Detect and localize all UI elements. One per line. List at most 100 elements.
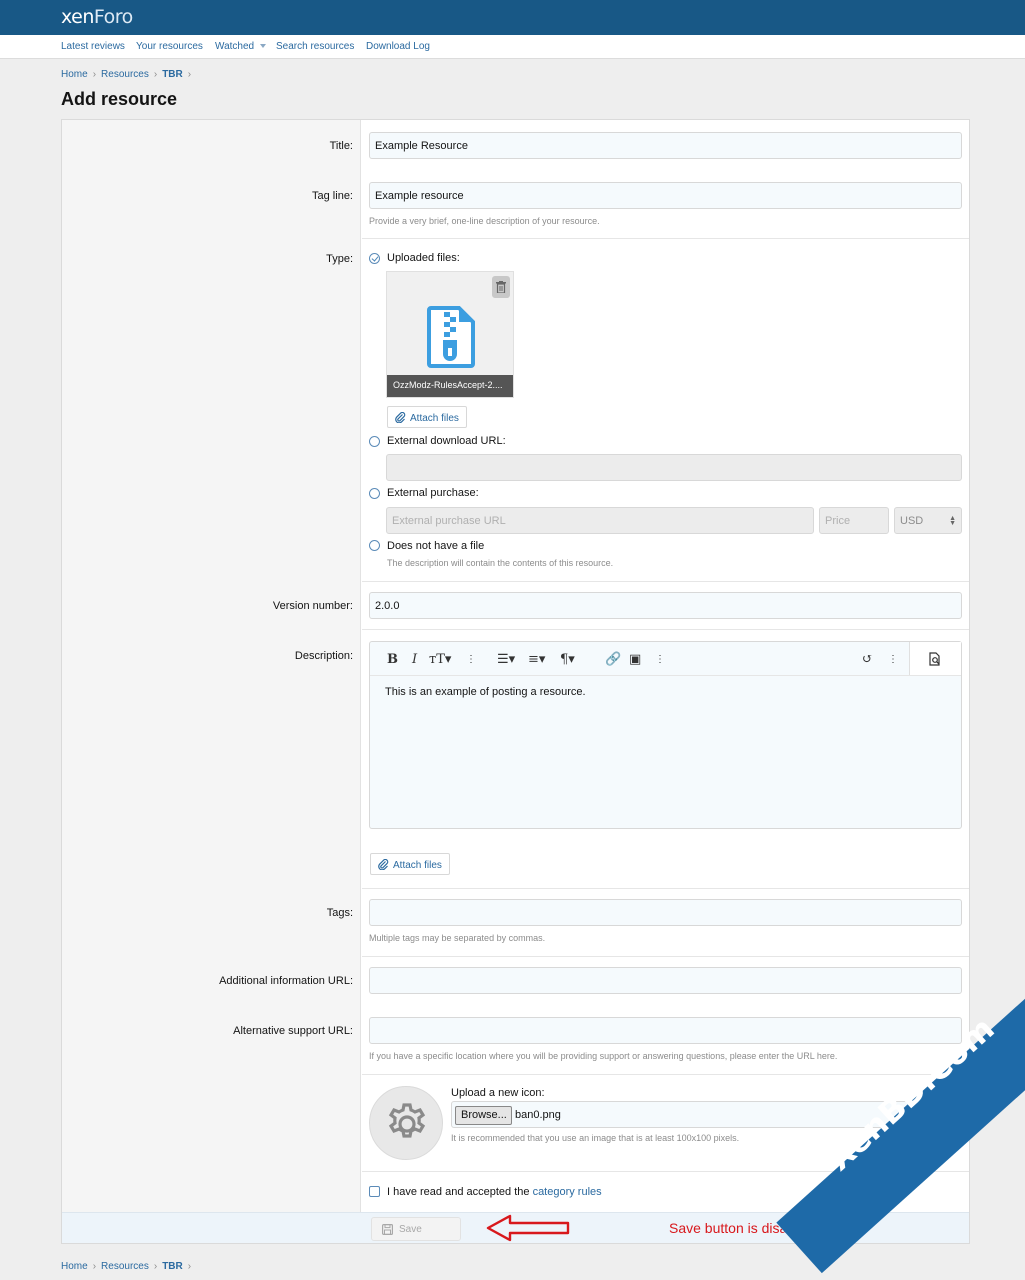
attach-files-button[interactable]: Attach files xyxy=(387,406,467,428)
editor-toolbar: B I тT▾ ⋮ ☰▾ ≡▾ ¶▾ 🔗 ▣ ⋮ ↺ ⋮ xyxy=(370,642,961,676)
chevron-right-icon: › xyxy=(187,1261,192,1272)
type-no-file-label: Does not have a file xyxy=(387,540,485,552)
more-tools-icon[interactable]: ⋮ xyxy=(888,654,898,665)
type-no-file-radio[interactable] xyxy=(369,540,380,551)
external-url-input[interactable] xyxy=(386,454,962,481)
row-divider xyxy=(362,888,969,889)
attach-files-label: Attach files xyxy=(410,413,459,424)
description-label: Description: xyxy=(294,650,353,662)
chevron-right-icon: › xyxy=(187,69,192,80)
trash-icon[interactable] xyxy=(492,276,510,298)
resource-icon-preview xyxy=(369,1086,443,1160)
type-external-url-label: External download URL: xyxy=(387,435,506,447)
link-icon[interactable]: 🔗 xyxy=(605,652,621,667)
tagline-label: Tag line: xyxy=(312,190,353,202)
breadcrumb-home[interactable]: Home xyxy=(61,1261,88,1272)
type-external-url-radio[interactable] xyxy=(369,436,380,447)
purchase-url-input[interactable]: External purchase URL xyxy=(386,507,814,534)
row-divider xyxy=(362,581,969,582)
add-resource-form: Title: Example Resource Tag line: Exampl… xyxy=(61,119,970,1244)
site-header: xenForo xyxy=(0,0,1025,35)
image-icon[interactable]: ▣ xyxy=(629,652,641,667)
subnav-your-resources[interactable]: Your resources xyxy=(136,41,203,52)
row-divider xyxy=(362,1074,969,1075)
uploaded-file-name: OzzModz-RulesAccept-2.... xyxy=(387,375,513,397)
currency-select[interactable]: USD ▲ ▼ xyxy=(894,507,962,534)
site-logo[interactable]: xenForo xyxy=(61,6,133,28)
editor-attach-files-button[interactable]: Attach files xyxy=(370,853,450,875)
more-insert-icon[interactable]: ⋮ xyxy=(655,654,665,665)
browse-button[interactable]: Browse... xyxy=(455,1106,512,1125)
type-external-purchase-radio[interactable] xyxy=(369,488,380,499)
breadcrumb-resources[interactable]: Resources xyxy=(101,69,149,80)
editor-attach-files-label: Attach files xyxy=(393,860,442,871)
zip-file-icon xyxy=(427,306,475,368)
version-label: Version number: xyxy=(272,600,353,612)
uploaded-file-tile[interactable]: OzzModz-RulesAccept-2.... xyxy=(386,271,514,398)
category-rules-link[interactable]: category rules xyxy=(533,1186,602,1198)
breadcrumb-home[interactable]: Home xyxy=(61,69,88,80)
row-divider xyxy=(362,956,969,957)
text-size-icon[interactable]: тT▾ xyxy=(429,652,451,667)
tags-hint: Multiple tags may be separated by commas… xyxy=(369,933,546,943)
row-divider xyxy=(362,238,969,239)
bold-icon[interactable]: B xyxy=(387,652,398,667)
info-url-input[interactable] xyxy=(369,967,962,994)
subnav-latest-reviews[interactable]: Latest reviews xyxy=(61,41,125,52)
form-label-column xyxy=(62,120,361,1212)
arrow-left-icon xyxy=(486,1214,570,1242)
list-icon[interactable]: ☰▾ xyxy=(497,652,515,667)
support-url-input[interactable] xyxy=(369,1017,962,1044)
accept-rules-checkbox[interactable] xyxy=(369,1186,380,1197)
breadcrumb: Home › Resources › TBR › xyxy=(61,69,196,80)
accept-rules-label: I have read and accepted the category ru… xyxy=(387,1186,602,1198)
description-content[interactable]: This is an example of posting a resource… xyxy=(385,686,586,698)
subnav-watched[interactable]: Watched xyxy=(215,41,267,52)
support-url-label: Alternative support URL: xyxy=(233,1025,353,1037)
trash-glyph xyxy=(496,281,506,293)
version-input[interactable]: 2.0.0 xyxy=(369,592,962,619)
chevron-right-icon: › xyxy=(92,69,97,80)
title-input[interactable]: Example Resource xyxy=(369,132,962,159)
price-input[interactable]: Price xyxy=(819,507,889,534)
chevron-right-icon: › xyxy=(92,1261,97,1272)
type-no-file-hint: The description will contain the content… xyxy=(387,558,614,568)
accept-rules-text: I have read and accepted the xyxy=(387,1186,530,1198)
save-button[interactable]: Save xyxy=(371,1217,461,1241)
breadcrumb-resources[interactable]: Resources xyxy=(101,1261,149,1272)
type-uploaded-radio[interactable] xyxy=(369,253,380,264)
chevron-right-icon: › xyxy=(153,1261,158,1272)
support-url-hint: If you have a specific location where yo… xyxy=(369,1051,838,1061)
tags-label: Tags: xyxy=(326,907,353,919)
save-label: Save xyxy=(399,1224,422,1235)
title-label: Title: xyxy=(329,140,353,152)
select-arrows-icon: ▲ ▼ xyxy=(949,515,956,527)
save-icon xyxy=(382,1224,393,1235)
paperclip-icon xyxy=(378,858,389,871)
italic-icon[interactable]: I xyxy=(412,652,417,667)
type-uploaded-label: Uploaded files: xyxy=(387,252,460,264)
paperclip-icon xyxy=(395,411,406,424)
info-url-label: Additional information URL: xyxy=(219,975,353,987)
icon-hint: It is recommended that you use an image … xyxy=(451,1133,740,1143)
tags-input[interactable] xyxy=(369,899,962,926)
breadcrumb-tbr[interactable]: TBR xyxy=(162,69,183,80)
subnav-watched-label: Watched xyxy=(215,41,255,52)
paragraph-icon[interactable]: ¶▾ xyxy=(560,652,575,667)
description-editor[interactable]: B I тT▾ ⋮ ☰▾ ≡▾ ¶▾ 🔗 ▣ ⋮ ↺ ⋮ This is an … xyxy=(369,641,962,829)
align-icon[interactable]: ≡▾ xyxy=(528,652,545,667)
type-label: Type: xyxy=(326,253,353,265)
more-options-icon[interactable]: ⋮ xyxy=(466,654,476,665)
chevron-down-icon xyxy=(260,44,267,48)
tagline-input[interactable]: Example resource xyxy=(369,182,962,209)
preview-icon xyxy=(929,652,940,666)
breadcrumb-tbr[interactable]: TBR xyxy=(162,1261,183,1272)
subnav-search-resources[interactable]: Search resources xyxy=(276,41,354,52)
undo-icon[interactable]: ↺ xyxy=(862,652,873,667)
page-title: Add resource xyxy=(61,89,178,109)
preview-button[interactable] xyxy=(909,642,961,675)
subnav-download-log[interactable]: Download Log xyxy=(366,41,430,52)
icon-upload-label: Upload a new icon: xyxy=(451,1087,545,1099)
type-external-purchase-label: External purchase: xyxy=(387,487,479,499)
tagline-hint: Provide a very brief, one-line descripti… xyxy=(369,216,600,226)
